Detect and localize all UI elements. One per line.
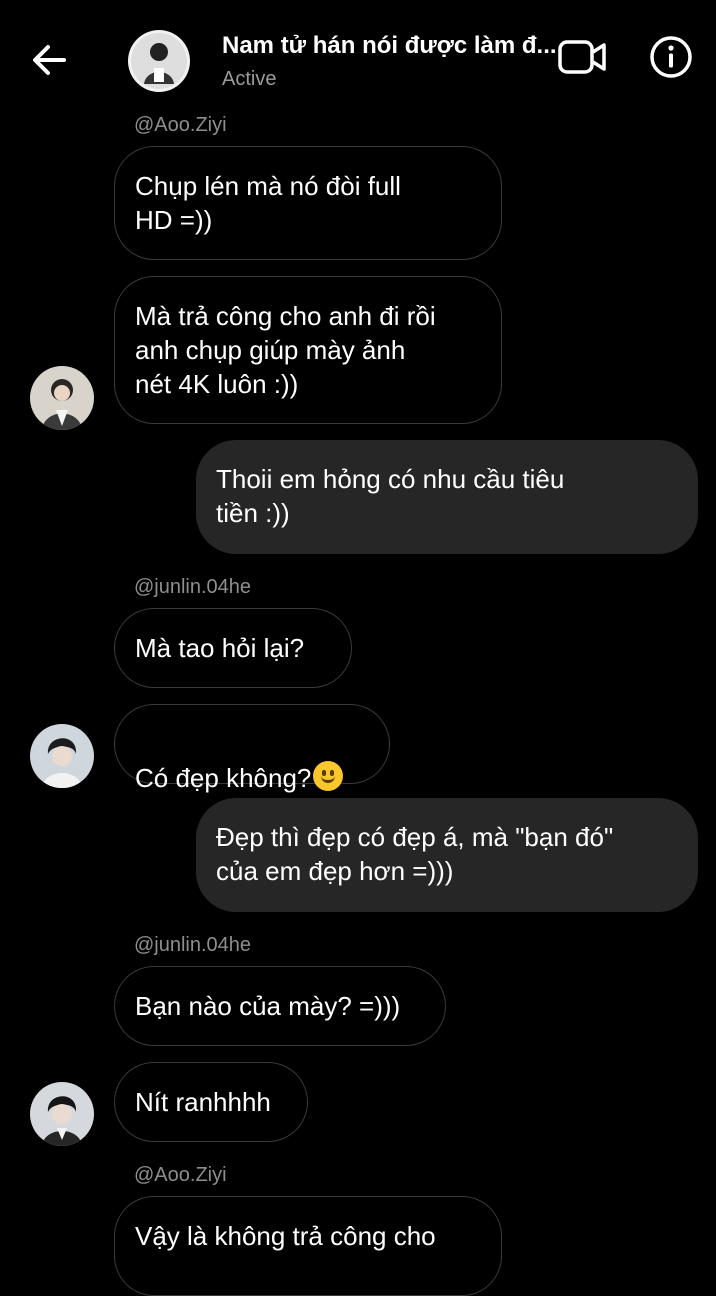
smiling-face-emoji-icon [313, 761, 344, 791]
chat-header: Nam tử hán nói được làm đ... Active [0, 0, 716, 110]
sender-avatar[interactable] [30, 366, 94, 430]
sender-avatar[interactable] [30, 724, 94, 788]
conversation-avatar[interactable] [126, 28, 192, 94]
message-bubble-received[interactable]: Mà trả công cho anh đi rồi anh chụp giúp… [114, 276, 502, 424]
message-bubble-received[interactable]: Nít ranhhhh [114, 1062, 308, 1142]
conversation-info-button[interactable] [648, 34, 694, 80]
message-text: Có đẹp không? [135, 763, 312, 793]
reply-handle: @Aoo.Ziyi [134, 1164, 227, 1186]
back-button[interactable] [28, 38, 72, 82]
conversation-title[interactable]: Nam tử hán nói được làm đ... [222, 32, 557, 60]
message-bubble-received[interactable]: Vậy là không trả công cho [114, 1196, 502, 1296]
message-bubble-received[interactable]: Mà tao hỏi lại? [114, 608, 352, 688]
active-status: Active [222, 68, 277, 90]
info-icon [650, 36, 692, 78]
message-bubble-received[interactable]: Bạn nào của mày? =))) [114, 966, 446, 1046]
reply-handle: @junlin.04he [134, 934, 252, 956]
reply-handle: @junlin.04he [134, 576, 252, 598]
message-bubble-received[interactable]: Có đẹp không? [114, 704, 390, 793]
reply-handle: @Aoo.Ziyi [134, 114, 227, 136]
video-call-button[interactable] [556, 36, 608, 78]
message-bubble-sent[interactable]: Đẹp thì đẹp có đẹp á, mà "bạn đó" của em… [196, 798, 698, 912]
video-camera-icon [558, 40, 606, 74]
arrow-left-icon [33, 45, 66, 75]
message-bubble-sent[interactable]: Thoii em hỏng có nhu cầu tiêu tiền :)) [196, 440, 698, 554]
message-bubble-received[interactable]: Chụp lén mà nó đòi full HD =)) [114, 146, 502, 260]
sender-avatar[interactable] [30, 1082, 94, 1146]
